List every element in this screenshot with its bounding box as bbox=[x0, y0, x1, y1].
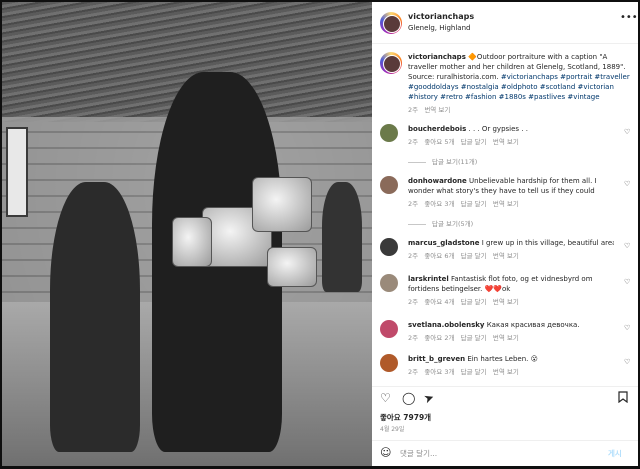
photo-pot-4 bbox=[267, 247, 317, 287]
comment-likes[interactable]: 좋아요 3개 bbox=[424, 368, 454, 376]
caption-hashtags-1[interactable]: #victorianchaps #portrait #traveller bbox=[501, 73, 630, 81]
comment-time[interactable]: 2주 bbox=[408, 200, 418, 208]
comment-item: svetlana.obolensky Какая красивая девочк… bbox=[380, 320, 630, 350]
comment-line: donhowardone Unbelievable hardship for t… bbox=[408, 176, 614, 196]
post-location[interactable]: Glenelg, Highland bbox=[408, 24, 470, 32]
comment-avatar[interactable] bbox=[380, 238, 398, 256]
comment-reply[interactable]: 답글 달기 bbox=[461, 252, 487, 260]
photo-window bbox=[6, 127, 28, 217]
caption-username[interactable]: victorianchaps bbox=[408, 53, 466, 61]
comment-likes[interactable]: 좋아요 2개 bbox=[424, 334, 454, 342]
comment-username[interactable]: larskrintel bbox=[408, 275, 449, 283]
comment-reply[interactable]: 답글 달기 bbox=[461, 334, 487, 342]
comment-username[interactable]: donhowardone bbox=[408, 177, 467, 185]
view-replies[interactable]: 답글 보기(5개) bbox=[408, 218, 473, 228]
comment-line: svetlana.obolensky Какая красивая девочк… bbox=[408, 320, 614, 330]
comment-reply[interactable]: 답글 달기 bbox=[461, 298, 487, 306]
caption-hashtags-2[interactable]: #gooddoldays #nostalgia #oldphoto #scotl… bbox=[408, 83, 614, 91]
comment-like-icon[interactable]: ♡ bbox=[624, 242, 630, 250]
caption-text: victorianchaps 🔶Outdoor portraiture with… bbox=[408, 52, 630, 115]
comment-username[interactable]: marcus_gladstone bbox=[408, 239, 479, 247]
comment-text: I grew up in this village, beautiful are… bbox=[481, 239, 614, 247]
comment-time[interactable]: 2주 bbox=[408, 368, 418, 376]
comment-avatar[interactable] bbox=[380, 320, 398, 338]
comment-icon[interactable]: ◯ bbox=[402, 391, 415, 405]
comment-avatar[interactable] bbox=[380, 124, 398, 142]
comment-line: larskrintel Fantastisk flot foto, og et … bbox=[408, 274, 614, 294]
comment-text: Какая красивая девочка. bbox=[486, 321, 580, 329]
heart-icon[interactable]: ♡ bbox=[380, 391, 391, 405]
comment-item: britt_b_greven Ein hartes Leben. 😮 ♡ 2주 … bbox=[380, 354, 630, 382]
likes-count[interactable]: 좋아요 7979개 bbox=[380, 412, 431, 423]
comment-username[interactable]: britt_b_greven bbox=[408, 355, 465, 363]
share-icon[interactable]: ➤ bbox=[422, 390, 436, 407]
post-header: victorianchaps Glenelg, Highland ••• bbox=[372, 2, 638, 44]
comment-line: britt_b_greven Ein hartes Leben. 😮 bbox=[408, 354, 614, 364]
caption-time[interactable]: 2주 bbox=[408, 106, 418, 114]
comment-likes[interactable]: 좋아요 5개 bbox=[424, 138, 454, 146]
comment-time[interactable]: 2주 bbox=[408, 334, 418, 342]
bookmark-icon[interactable] bbox=[618, 391, 628, 406]
comment-text: Ein hartes Leben. 😮 bbox=[467, 355, 538, 363]
caption-hashtags-3[interactable]: #history #retro #fashion #1880s #pastliv… bbox=[408, 93, 600, 101]
comment-item: boucherdebois . . . Or gypsies . . ♡ 2주 … bbox=[380, 124, 630, 154]
comment-line: boucherdebois . . . Or gypsies . . bbox=[408, 124, 614, 134]
comment-username[interactable]: svetlana.obolensky bbox=[408, 321, 484, 329]
comment-like-icon[interactable]: ♡ bbox=[624, 180, 630, 188]
post-side-panel: victorianchaps Glenelg, Highland ••• vic… bbox=[372, 2, 638, 466]
emoji-icon[interactable]: ☺ bbox=[380, 446, 391, 459]
post-date[interactable]: 4월 29일 bbox=[380, 424, 404, 433]
photo-child-background bbox=[322, 182, 362, 292]
comment-translate[interactable]: 번역 보기 bbox=[493, 334, 519, 342]
comment-time[interactable]: 2주 bbox=[408, 138, 418, 146]
comments-list[interactable]: victorianchaps 🔶Outdoor portraiture with… bbox=[372, 44, 638, 382]
comment-time[interactable]: 2주 bbox=[408, 252, 418, 260]
comment-username[interactable]: boucherdebois bbox=[408, 125, 466, 133]
comment-avatar[interactable] bbox=[380, 274, 398, 292]
comment-item: donhowardone Unbelievable hardship for t… bbox=[380, 176, 630, 218]
photo-girl bbox=[50, 182, 140, 452]
comment-translate[interactable]: 번역 보기 bbox=[493, 200, 519, 208]
photo-pot-3 bbox=[172, 217, 212, 267]
action-bar: ♡ ◯ ➤ bbox=[372, 386, 638, 410]
caption-emoji: 🔶 bbox=[468, 53, 477, 61]
caption-translate[interactable]: 번역 보기 bbox=[424, 106, 450, 114]
comment-item: larskrintel Fantastisk flot foto, og et … bbox=[380, 274, 630, 316]
comment-translate[interactable]: 번역 보기 bbox=[493, 252, 519, 260]
author-username[interactable]: victorianchaps bbox=[408, 12, 474, 21]
comment-translate[interactable]: 번역 보기 bbox=[493, 138, 519, 146]
comment-reply[interactable]: 답글 달기 bbox=[461, 200, 487, 208]
comment-reply[interactable]: 답글 달기 bbox=[461, 368, 487, 376]
comment-like-icon[interactable]: ♡ bbox=[624, 324, 630, 332]
photo-pot-2 bbox=[252, 177, 312, 232]
comment-input[interactable]: 댓글 달기... bbox=[400, 448, 437, 459]
caption-avatar[interactable] bbox=[380, 52, 402, 74]
comment-likes[interactable]: 좋아요 4개 bbox=[424, 298, 454, 306]
view-replies[interactable]: 답글 보기(11개) bbox=[408, 156, 477, 166]
comment-like-icon[interactable]: ♡ bbox=[624, 128, 630, 136]
comment-item: marcus_gladstone I grew up in this villa… bbox=[380, 238, 630, 268]
post-photo[interactable] bbox=[2, 2, 372, 466]
comment-likes[interactable]: 좋아요 3개 bbox=[424, 200, 454, 208]
comment-line: marcus_gladstone I grew up in this villa… bbox=[408, 238, 614, 248]
comment-avatar[interactable] bbox=[380, 354, 398, 372]
comment-like-icon[interactable]: ♡ bbox=[624, 278, 630, 286]
comment-translate[interactable]: 번역 보기 bbox=[493, 298, 519, 306]
add-comment-bar: ☺ 댓글 달기... 게시 bbox=[372, 440, 638, 466]
comment-time[interactable]: 2주 bbox=[408, 298, 418, 306]
author-avatar[interactable] bbox=[380, 12, 402, 34]
post-comment-button[interactable]: 게시 bbox=[608, 448, 622, 459]
comment-likes[interactable]: 좋아요 6개 bbox=[424, 252, 454, 260]
comment-reply[interactable]: 답글 달기 bbox=[461, 138, 487, 146]
comment-like-icon[interactable]: ♡ bbox=[624, 358, 630, 366]
comment-translate[interactable]: 번역 보기 bbox=[493, 368, 519, 376]
post-modal: victorianchaps Glenelg, Highland ••• vic… bbox=[0, 0, 640, 469]
comment-text: . . . Or gypsies . . bbox=[468, 125, 528, 133]
more-icon[interactable]: ••• bbox=[620, 12, 638, 23]
comment-avatar[interactable] bbox=[380, 176, 398, 194]
